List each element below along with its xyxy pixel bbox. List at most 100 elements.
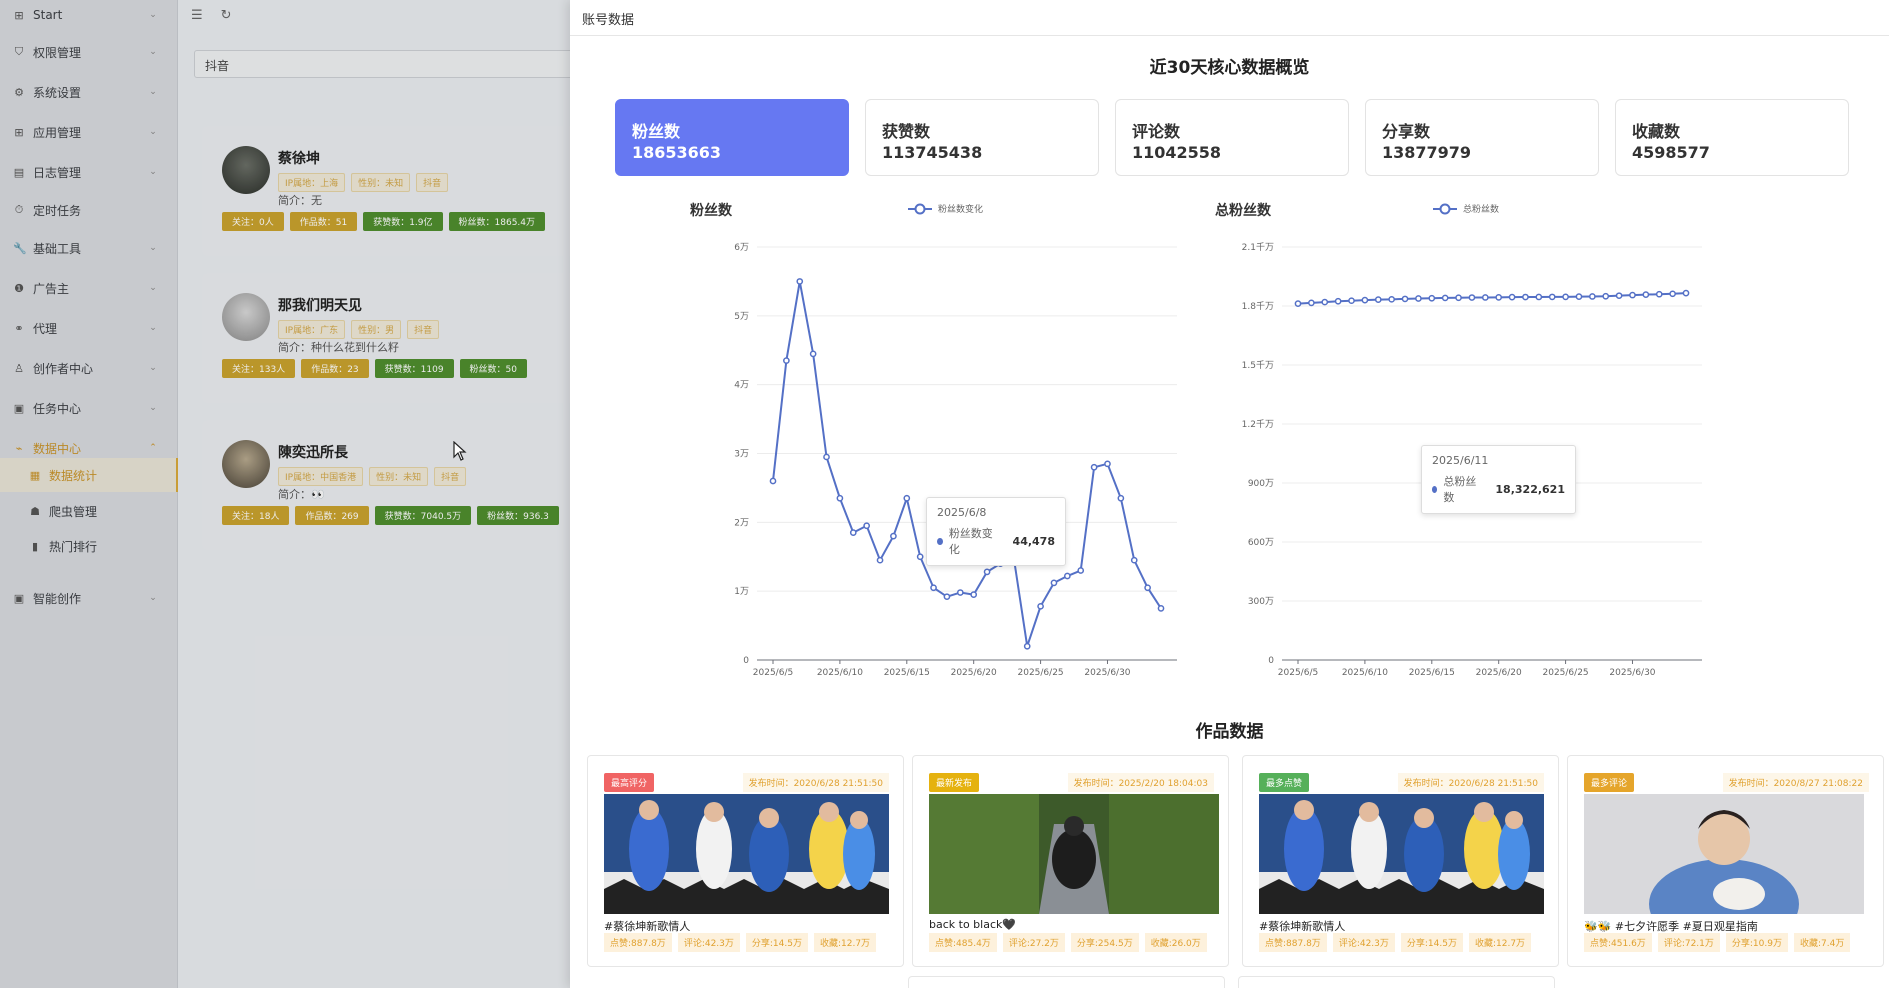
data-point[interactable] bbox=[1321, 298, 1329, 306]
data-point[interactable] bbox=[1495, 293, 1503, 301]
data-point[interactable] bbox=[1548, 293, 1556, 301]
data-point[interactable] bbox=[1063, 572, 1071, 580]
data-point[interactable] bbox=[916, 553, 924, 561]
data-point[interactable] bbox=[1104, 460, 1111, 468]
data-point[interactable] bbox=[849, 529, 857, 537]
data-point[interactable] bbox=[1050, 579, 1058, 587]
data-point[interactable] bbox=[1629, 291, 1636, 299]
data-point[interactable] bbox=[1669, 290, 1676, 298]
data-point[interactable] bbox=[796, 278, 804, 285]
chart-legend[interactable]: 粉丝数变化 bbox=[908, 203, 983, 215]
metric-card[interactable]: 评论数 11042558 bbox=[1115, 99, 1349, 176]
sidebar-item[interactable]: ▣ 任务中心 ⌄ bbox=[0, 391, 178, 425]
y-tick-label: 5万 bbox=[734, 312, 749, 322]
sidebar-item[interactable]: ▣ 智能创作 ⌄ bbox=[0, 581, 178, 615]
data-point[interactable] bbox=[1468, 294, 1476, 301]
account-card[interactable]: 那我们明天见 IP属地：广东 性别：男 抖音 简介：种什么花到什么籽 关注：133人… bbox=[202, 273, 602, 403]
data-point[interactable] bbox=[1522, 293, 1529, 301]
data-point[interactable] bbox=[1401, 295, 1409, 303]
data-point[interactable] bbox=[956, 589, 964, 596]
work-card-partial[interactable] bbox=[908, 976, 1225, 988]
data-point[interactable] bbox=[823, 453, 830, 461]
work-thumbnail[interactable] bbox=[1259, 794, 1544, 914]
data-point[interactable] bbox=[1157, 605, 1165, 612]
sidebar-item[interactable]: ⊞ Start ⌄ bbox=[0, 0, 178, 32]
sidebar-item[interactable]: ⏱ 定时任务 bbox=[0, 193, 178, 227]
sidebar-item[interactable]: ♙ 创作者中心 ⌄ bbox=[0, 351, 178, 385]
data-point[interactable] bbox=[863, 522, 871, 530]
data-point[interactable] bbox=[1294, 300, 1302, 307]
account-card[interactable]: 陳奕迅所長 IP属地：中国香港 性别：未知 抖音 简介：👀 关注：18人 作品数：26… bbox=[202, 420, 602, 550]
data-point[interactable] bbox=[1441, 294, 1449, 302]
metric-card[interactable]: 获赞数 113745438 bbox=[865, 99, 1099, 176]
data-point[interactable] bbox=[1535, 293, 1543, 301]
data-point[interactable] bbox=[930, 584, 937, 592]
refresh-icon[interactable]: ↻ bbox=[221, 8, 232, 23]
data-point[interactable] bbox=[890, 532, 897, 540]
data-point[interactable] bbox=[1374, 296, 1382, 304]
data-point[interactable] bbox=[1642, 291, 1650, 298]
data-point[interactable] bbox=[1428, 294, 1436, 302]
data-point[interactable] bbox=[876, 556, 884, 564]
metric-card[interactable]: 分享数 13877979 bbox=[1365, 99, 1599, 176]
data-point[interactable] bbox=[1602, 292, 1610, 300]
work-card[interactable]: 最高评分 发布时间：2020/6/28 21:51:50 #蔡徐坤新歌情人 点赞… bbox=[587, 755, 904, 967]
data-point[interactable] bbox=[769, 477, 777, 485]
sidebar-subitem[interactable]: ☗ 爬虫管理 bbox=[0, 494, 178, 528]
work-thumbnail[interactable] bbox=[1584, 794, 1864, 914]
account-stat: 关注：0人 bbox=[222, 212, 284, 231]
sidebar-subitem[interactable]: ▦ 数据统计 bbox=[0, 458, 178, 492]
metric-card[interactable]: 收藏数 4598577 bbox=[1615, 99, 1849, 176]
data-point[interactable] bbox=[970, 591, 978, 598]
data-point[interactable] bbox=[1130, 556, 1138, 564]
data-point[interactable] bbox=[1588, 293, 1596, 300]
sidebar-subitem[interactable]: ▮ 热门排行 bbox=[0, 529, 178, 563]
avatar bbox=[222, 146, 270, 194]
chart-legend[interactable]: 总粉丝数 bbox=[1433, 203, 1499, 215]
work-card-partial[interactable] bbox=[1238, 976, 1555, 988]
sidebar-item[interactable]: ❶ 广告主 ⌄ bbox=[0, 271, 178, 305]
data-point[interactable] bbox=[1117, 494, 1125, 502]
data-point[interactable] bbox=[836, 494, 844, 502]
data-point[interactable] bbox=[1388, 295, 1396, 303]
data-point[interactable] bbox=[1508, 293, 1516, 301]
data-point[interactable] bbox=[1415, 295, 1422, 302]
data-point[interactable] bbox=[783, 357, 790, 364]
data-point[interactable] bbox=[983, 568, 991, 576]
work-thumbnail[interactable] bbox=[929, 794, 1219, 914]
data-point[interactable] bbox=[1023, 642, 1031, 650]
work-thumbnail[interactable] bbox=[604, 794, 889, 914]
data-point[interactable] bbox=[1575, 293, 1583, 301]
data-point[interactable] bbox=[1037, 602, 1044, 610]
search-input[interactable]: 抖音 bbox=[194, 50, 594, 78]
data-point[interactable] bbox=[1455, 294, 1462, 302]
data-point[interactable] bbox=[1077, 567, 1085, 574]
work-card[interactable]: 最多点赞 发布时间：2020/6/28 21:51:50 #蔡徐坤新歌情人 点赞… bbox=[1242, 755, 1559, 967]
sidebar-item[interactable]: ⛉ 权限管理 ⌄ bbox=[0, 35, 178, 69]
data-point[interactable] bbox=[943, 593, 951, 601]
data-point[interactable] bbox=[1655, 290, 1663, 298]
sidebar-subitem-label: 爬虫管理 bbox=[49, 504, 98, 519]
work-card[interactable]: 最多评论 发布时间：2020/8/27 21:08:22 🐝🐝 #七夕许愿季 #… bbox=[1567, 755, 1884, 967]
data-point[interactable] bbox=[1615, 292, 1623, 300]
data-point[interactable] bbox=[1562, 293, 1569, 301]
data-point[interactable] bbox=[809, 350, 817, 358]
data-point[interactable] bbox=[1308, 299, 1315, 307]
sidebar-item[interactable]: ⊞ 应用管理 ⌄ bbox=[0, 115, 178, 149]
data-point[interactable] bbox=[1144, 584, 1151, 592]
data-point[interactable] bbox=[1682, 289, 1690, 297]
data-point[interactable] bbox=[903, 494, 911, 502]
work-card[interactable]: 最新发布 发布时间：2025/2/20 18:04:03 back to bla… bbox=[912, 755, 1229, 967]
data-point[interactable] bbox=[1361, 296, 1369, 304]
sidebar-item[interactable]: ▤ 日志管理 ⌄ bbox=[0, 155, 178, 189]
data-point[interactable] bbox=[1348, 297, 1355, 305]
metric-card[interactable]: 粉丝数 18653663 bbox=[615, 99, 849, 176]
sidebar-item[interactable]: ⚙ 系统设置 ⌄ bbox=[0, 75, 178, 109]
menu-fold-icon[interactable]: ☰ bbox=[191, 8, 203, 23]
data-point[interactable] bbox=[1334, 297, 1342, 305]
sidebar-item[interactable]: ⚭ 代理 ⌄ bbox=[0, 311, 178, 345]
data-point[interactable] bbox=[1090, 463, 1098, 471]
data-point[interactable] bbox=[1481, 294, 1489, 301]
account-card[interactable]: 蔡徐坤 IP属地：上海 性别：未知 抖音 简介：无 关注：0人 作品数：51 获赞数：1… bbox=[202, 126, 602, 256]
sidebar-item[interactable]: 🔧 基础工具 ⌄ bbox=[0, 231, 178, 265]
